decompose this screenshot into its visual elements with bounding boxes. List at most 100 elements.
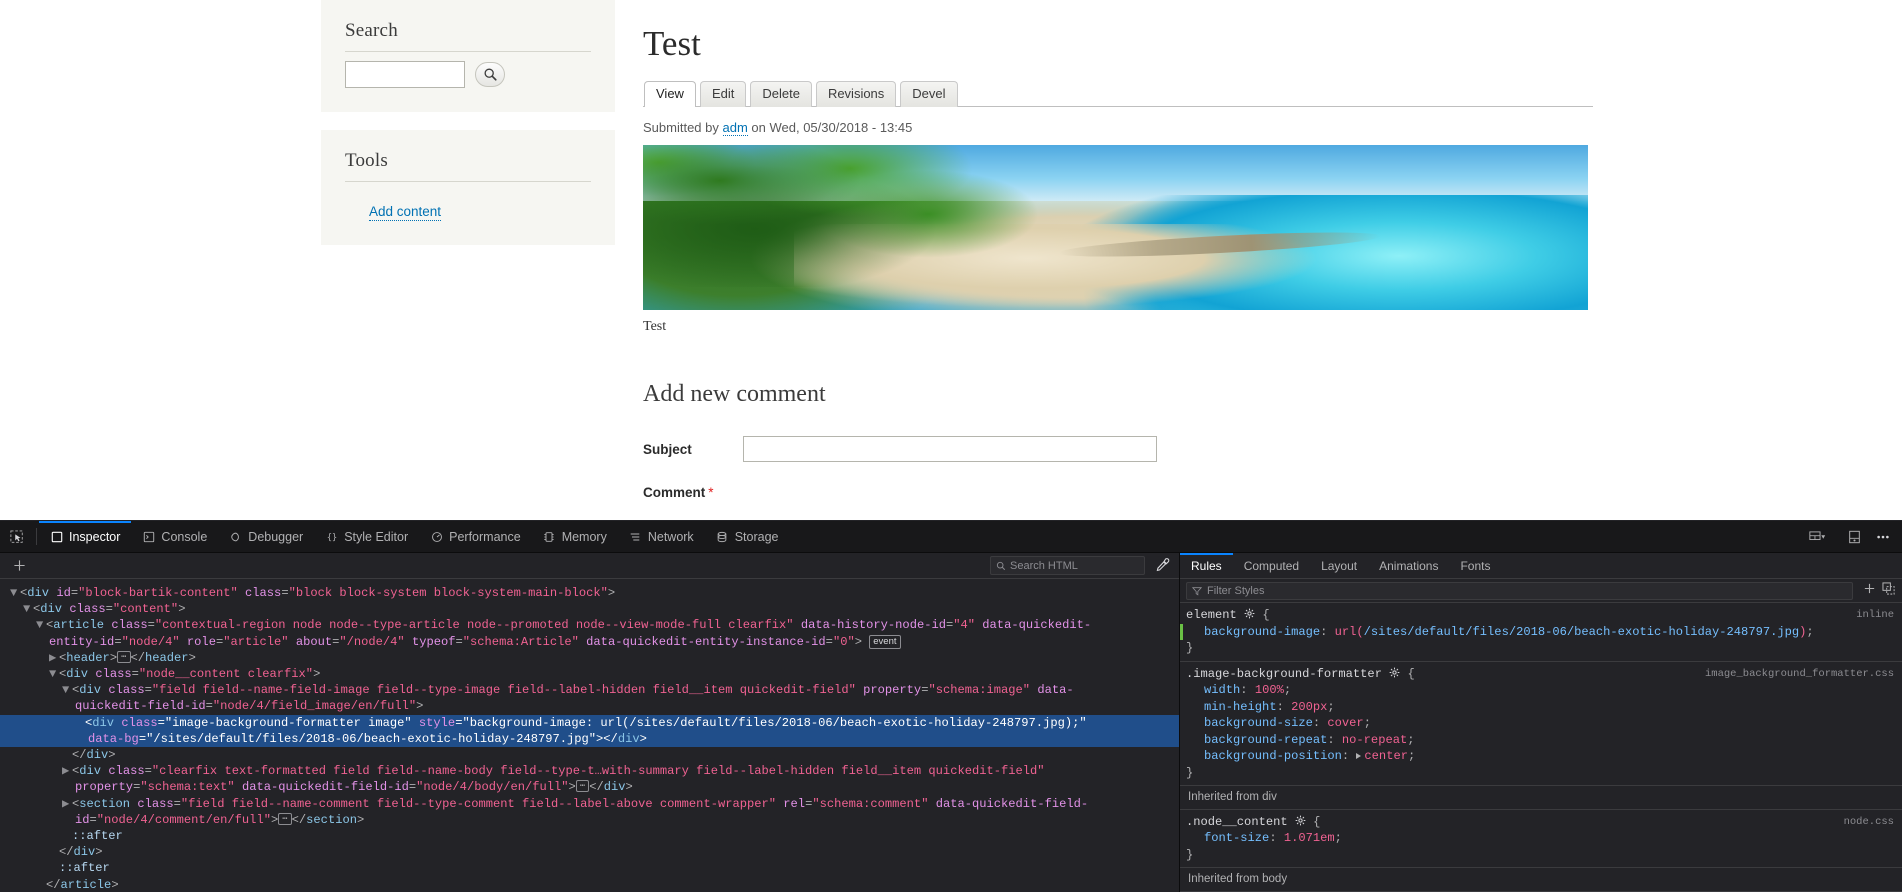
tab-layout[interactable]: Layout (1310, 553, 1368, 578)
devtools-menu-button[interactable] (1870, 525, 1896, 549)
markup-line[interactable]: ▶ <div class="clearfix text-formatted fie… (0, 763, 1179, 779)
twisty-open-icon[interactable]: ▼ (36, 617, 46, 633)
markup-line-selected[interactable]: data-bg="/sites/default/files/2018-06/be… (0, 730, 1179, 748)
tab-console[interactable]: Console (131, 521, 218, 552)
rule-gear-icon[interactable] (1295, 815, 1306, 826)
tab-network[interactable]: Network (618, 521, 705, 552)
rule-gear-icon[interactable] (1244, 608, 1255, 619)
article-hero-image (643, 145, 1588, 310)
twisty-closed-icon[interactable]: ▶ (62, 763, 72, 779)
css-rule-close-brace: } (1186, 847, 1194, 862)
browser-page-viewport: Search Tools Add content Test View Edit … (0, 0, 1902, 520)
markup-line[interactable]: ▶ <header> ⋯ </header> (0, 650, 1179, 666)
tab-devel[interactable]: Devel (900, 81, 958, 107)
markup-line[interactable]: property="schema:text" data-quickedit-fi… (0, 779, 1179, 795)
split-console-button[interactable] (1841, 525, 1867, 549)
tab-edit[interactable]: Edit (699, 81, 747, 107)
markup-line[interactable]: id="node/4/comment/en/full"> ⋯ </section> (0, 812, 1179, 828)
css-rule-source[interactable]: image_background_formatter.css (1705, 666, 1894, 683)
rule-gear-icon[interactable] (1389, 667, 1400, 678)
markup-line[interactable]: entity-id="node/4" role="article" about=… (0, 634, 1179, 650)
twisty-closed-icon[interactable]: ▶ (62, 796, 72, 812)
toggle-pseudo-class-button[interactable] (1882, 581, 1896, 600)
markup-line[interactable]: ::after (0, 828, 1179, 844)
markup-line-selected[interactable]: <div class="image-background-formatter i… (0, 714, 1179, 731)
tab-revisions[interactable]: Revisions (815, 81, 897, 107)
tab-inspector[interactable]: Inspector (39, 521, 132, 552)
twisty-open-icon[interactable]: ▼ (49, 666, 59, 682)
markup-line[interactable]: ▼ <div id="block-bartik-content" class="b… (0, 585, 1179, 601)
comment-label: Comment * (643, 485, 743, 500)
tab-memory[interactable]: Memory (532, 521, 618, 552)
tab-storage[interactable]: Storage (705, 521, 790, 552)
markup-line[interactable]: </article> (0, 877, 1179, 892)
devtools-toolbar-right-icons (1804, 521, 1896, 553)
add-node-button[interactable] (6, 559, 32, 572)
expand-triangle-icon[interactable] (1356, 753, 1362, 759)
css-rule-close-brace: } (1186, 641, 1194, 655)
markup-line[interactable]: ▼ <div class="field field--name-field-ima… (0, 682, 1179, 698)
add-content-link[interactable]: Add content (369, 204, 442, 221)
tab-fonts[interactable]: Fonts (1449, 553, 1501, 578)
search-form (345, 61, 591, 88)
markup-line[interactable]: ▶ <section class="field field--name-comme… (0, 796, 1179, 812)
css-declaration[interactable]: background-repeat: no-repeat; (1180, 732, 1902, 749)
css-rule[interactable]: .image-background-formatter {width: 100%… (1180, 662, 1902, 786)
twisty-closed-icon[interactable]: ▶ (49, 650, 59, 666)
tab-rules[interactable]: Rules (1180, 553, 1233, 578)
rules-list[interactable]: element {background-image: url(/sites/de… (1180, 603, 1902, 892)
markup-line[interactable]: </div> (0, 844, 1179, 860)
tab-computed[interactable]: Computed (1233, 553, 1310, 578)
tab-animations[interactable]: Animations (1368, 553, 1449, 578)
rules-pane: Rules Computed Layout Animations Fonts F… (1180, 553, 1902, 892)
twisty-open-icon[interactable]: ▼ (62, 682, 72, 698)
css-rule-source[interactable]: inline (1856, 607, 1894, 624)
search-block: Search (321, 0, 615, 112)
markup-line[interactable]: </div> (0, 747, 1179, 763)
tab-debugger[interactable]: Debugger (218, 521, 314, 552)
css-declaration[interactable]: min-height: 200px; (1180, 699, 1902, 716)
search-input[interactable] (345, 61, 465, 88)
css-rule[interactable]: element {background-image: url(/sites/de… (1180, 603, 1902, 662)
css-rule[interactable]: .node__content {font-size: 1.071em;} node… (1180, 810, 1902, 868)
css-declaration[interactable]: background-image: url(/sites/default/fil… (1180, 623, 1902, 640)
css-rule-selector[interactable]: .node__content { (1180, 814, 1902, 831)
markup-line[interactable]: ▼ <div class="content"> (0, 601, 1179, 617)
tab-view[interactable]: View (644, 81, 696, 107)
rules-toolbar-icons (1863, 581, 1896, 600)
storage-icon (716, 530, 729, 543)
markup-line[interactable]: quickedit-field-id="node/4/field_image/e… (0, 698, 1179, 714)
markup-tree[interactable]: ▼ <div id="block-bartik-content" class="b… (0, 579, 1179, 892)
css-declaration[interactable]: background-position: center; (1180, 748, 1902, 765)
element-picker-button[interactable] (0, 521, 34, 552)
markup-line[interactable]: ::after (0, 860, 1179, 876)
css-rule-selector[interactable]: element { (1180, 607, 1902, 624)
search-submit-button[interactable] (475, 62, 505, 87)
css-declaration[interactable]: background-size: cover; (1180, 715, 1902, 732)
split-console-icon (1848, 530, 1860, 544)
sidebar: Search Tools Add content (321, 0, 615, 263)
tab-style-editor[interactable]: {} Style Editor (314, 521, 419, 552)
add-rule-button[interactable] (1863, 582, 1876, 600)
markup-line[interactable]: ▼ <article class="contextual-region node … (0, 617, 1179, 633)
eyedropper-button[interactable] (1155, 557, 1173, 575)
twisty-open-icon[interactable]: ▼ (23, 601, 33, 617)
filter-styles-input[interactable]: Filter Styles (1186, 581, 1853, 600)
tab-performance[interactable]: Performance (419, 521, 532, 552)
css-rule-source[interactable]: node.css (1844, 814, 1894, 831)
tab-debugger-label: Debugger (248, 529, 304, 544)
twisty-open-icon[interactable]: ▼ (10, 585, 20, 601)
add-comment-heading: Add new comment (643, 381, 826, 407)
markup-line[interactable]: ▼ <div class="node__content clearfix"> (0, 666, 1179, 682)
subject-input[interactable] (743, 436, 1157, 462)
tab-delete[interactable]: Delete (750, 81, 812, 107)
node-tabs: View Edit Delete Revisions Devel (643, 79, 1593, 107)
search-html-input[interactable]: Search HTML (990, 556, 1145, 575)
responsive-design-mode-button[interactable] (1804, 525, 1830, 549)
submitted-author-link[interactable]: adm (722, 120, 748, 136)
css-declaration[interactable]: width: 100%; (1180, 682, 1902, 699)
css-declaration[interactable]: font-size: 1.071em; (1180, 830, 1902, 847)
